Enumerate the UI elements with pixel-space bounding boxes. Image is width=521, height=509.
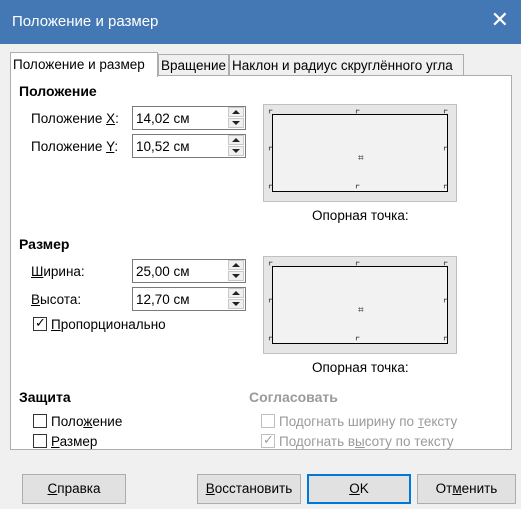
close-icon[interactable]: ✕ [491, 8, 509, 32]
anchor-middle-left-icon[interactable]: ⌜ [268, 299, 273, 310]
anchor-bottom-left-icon[interactable]: ⌜ [268, 185, 273, 196]
size-heading: Размер [19, 236, 70, 252]
anchor-bottom-center-icon[interactable]: ⌜ [355, 185, 360, 196]
arrow-up-icon [232, 138, 240, 142]
position-anchor-label: Опорная точка: [312, 208, 409, 223]
anchor-top-left-icon[interactable]: ⌜ [268, 110, 273, 121]
protect-size-label[interactable]: Размер [51, 434, 97, 449]
width-input[interactable] [136, 263, 222, 279]
arrow-down-icon [232, 274, 240, 278]
ok-button[interactable]: OK [307, 474, 411, 504]
height-up-button[interactable] [228, 288, 244, 298]
position-y-input[interactable] [136, 138, 222, 154]
position-heading: Положение [19, 83, 97, 99]
anchor-bottom-right-icon[interactable]: ⌜ [443, 337, 448, 348]
position-x-label: Положение X: [31, 111, 119, 126]
reset-button[interactable]: Восстановить [197, 474, 301, 504]
anchor-top-right-icon[interactable]: ⌜ [443, 110, 448, 121]
tab-position-size[interactable]: Положение и размер [10, 52, 158, 77]
anchor-frame: ⌜ ⌜ ⌜ ⌜ ⌗ ⌜ ⌜ ⌜ ⌜ [268, 262, 448, 348]
position-x-input[interactable] [136, 110, 222, 126]
help-button[interactable]: Справка [22, 474, 126, 504]
width-up-button[interactable] [228, 260, 244, 270]
arrow-up-icon [232, 263, 240, 267]
fit-width-checkbox[interactable] [261, 414, 275, 428]
anchor-top-center-icon[interactable]: ⌜ [355, 110, 360, 121]
position-y-down-button[interactable] [228, 146, 244, 156]
position-anchor-selector[interactable]: ⌜ ⌜ ⌜ ⌜ ⌗ ⌜ ⌜ ⌜ ⌜ [263, 104, 457, 202]
fit-width-label[interactable]: Подогнать ширину по тексту [279, 414, 457, 429]
anchor-bottom-center-icon[interactable]: ⌜ [355, 337, 360, 348]
window-title: Положение и размер [12, 13, 159, 30]
height-spinbox[interactable] [132, 287, 246, 311]
anchor-center-icon[interactable]: ⌗ [358, 305, 364, 316]
arrow-down-icon [232, 121, 240, 125]
tab-bar: Положение и размер Вращение Наклон и рад… [10, 52, 512, 77]
anchor-center-icon[interactable]: ⌗ [358, 153, 364, 164]
tab-slant-corner-radius[interactable]: Наклон и радиус скруглённого угла [229, 54, 464, 76]
height-input[interactable] [136, 291, 222, 307]
adapt-heading: Согласовать [249, 389, 338, 405]
anchor-bottom-right-icon[interactable]: ⌜ [443, 185, 448, 196]
check-icon: ✓ [35, 315, 46, 330]
protect-position-label[interactable]: Положение [51, 414, 122, 429]
keep-ratio-checkbox[interactable]: ✓ [33, 315, 47, 331]
arrow-down-icon [232, 302, 240, 306]
position-y-up-button[interactable] [228, 135, 244, 145]
size-anchor-label: Опорная точка: [312, 360, 409, 375]
cancel-button[interactable]: Отменить [417, 474, 516, 504]
protect-position-checkbox[interactable] [33, 414, 47, 428]
position-x-spinbox[interactable] [132, 106, 246, 130]
anchor-middle-left-icon[interactable]: ⌜ [268, 147, 273, 158]
fit-height-label[interactable]: Подогнать высоту по тексту [279, 434, 454, 449]
anchor-middle-right-icon[interactable]: ⌜ [443, 299, 448, 310]
position-y-spinbox[interactable] [132, 134, 246, 158]
size-anchor-selector[interactable]: ⌜ ⌜ ⌜ ⌜ ⌗ ⌜ ⌜ ⌜ ⌜ [263, 256, 457, 354]
anchor-bottom-left-icon[interactable]: ⌜ [268, 337, 273, 348]
position-x-up-button[interactable] [228, 107, 244, 117]
tab-panel: Положение Положение X: Положение Y: ⌜ ⌜ … [10, 75, 512, 450]
anchor-top-center-icon[interactable]: ⌜ [355, 262, 360, 273]
protect-heading: Защита [19, 389, 71, 405]
width-label: Ширина: [31, 264, 85, 279]
check-icon: ✓ [263, 432, 274, 447]
arrow-down-icon [232, 149, 240, 153]
position-y-label: Положение Y: [31, 139, 119, 154]
anchor-frame: ⌜ ⌜ ⌜ ⌜ ⌗ ⌜ ⌜ ⌜ ⌜ [268, 110, 448, 196]
anchor-middle-right-icon[interactable]: ⌜ [443, 147, 448, 158]
position-x-down-button[interactable] [228, 118, 244, 128]
arrow-up-icon [232, 110, 240, 114]
width-down-button[interactable] [228, 271, 244, 281]
protect-size-checkbox[interactable] [33, 434, 47, 448]
tab-rotation[interactable]: Вращение [158, 54, 229, 76]
anchor-top-left-icon[interactable]: ⌜ [268, 262, 273, 273]
height-label: Высота: [31, 292, 82, 307]
arrow-up-icon [232, 291, 240, 295]
title-bar: Положение и размер ✕ [0, 0, 521, 44]
width-spinbox[interactable] [132, 259, 246, 283]
height-down-button[interactable] [228, 299, 244, 309]
fit-height-checkbox[interactable]: ✓ [261, 432, 275, 448]
anchor-top-right-icon[interactable]: ⌜ [443, 262, 448, 273]
keep-ratio-label[interactable]: Пропорционально [51, 317, 166, 332]
